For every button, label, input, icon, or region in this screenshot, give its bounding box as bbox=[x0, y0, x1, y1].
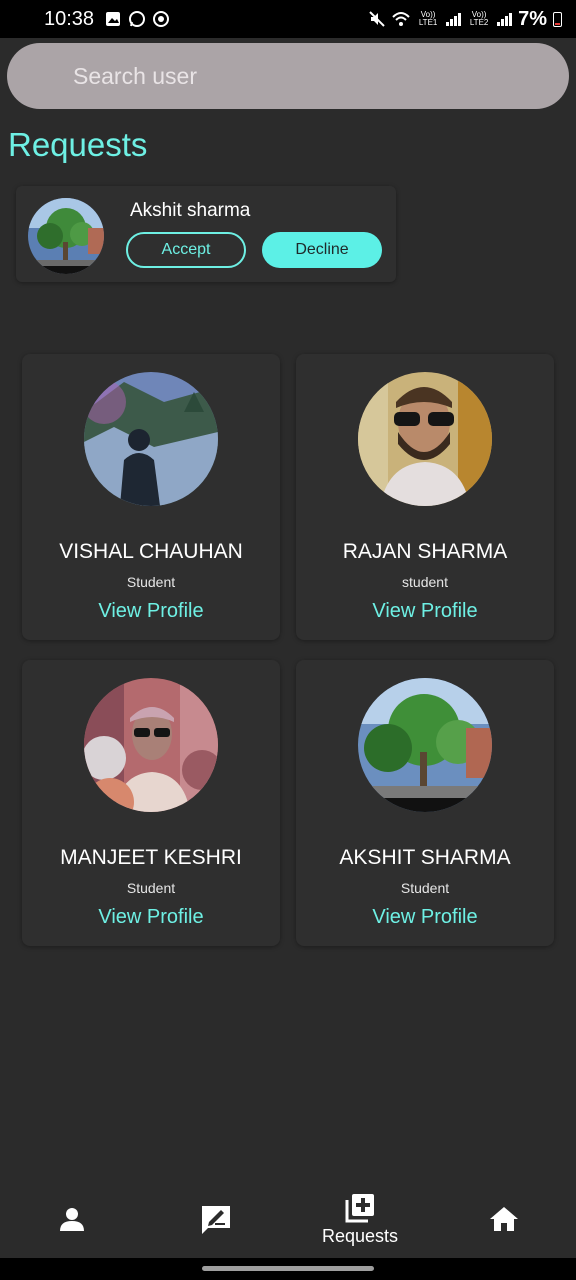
gesture-bar bbox=[0, 1258, 576, 1280]
request-card: Akshit sharma Accept Decline bbox=[16, 186, 396, 282]
requests-title: Requests bbox=[8, 126, 148, 163]
view-profile-link[interactable]: View Profile bbox=[296, 600, 554, 623]
sync-icon bbox=[153, 11, 170, 27]
user-role: student bbox=[402, 574, 448, 590]
nav-requests[interactable]: Requests bbox=[310, 1180, 410, 1258]
avatar[interactable] bbox=[358, 372, 492, 506]
user-role: Student bbox=[126, 880, 176, 896]
nav-profile[interactable] bbox=[40, 1180, 104, 1258]
avatar[interactable] bbox=[358, 678, 492, 812]
request-name: Akshit sharma bbox=[130, 200, 251, 221]
user-card: RAJAN SHARMA student View Profile bbox=[296, 354, 554, 640]
home-icon bbox=[490, 1207, 518, 1231]
user-name: AKSHIT SHARMA bbox=[339, 846, 511, 869]
user-role: Student bbox=[126, 574, 176, 590]
accept-button[interactable]: Accept bbox=[126, 232, 246, 268]
nav-edit[interactable] bbox=[184, 1180, 248, 1258]
person-icon bbox=[60, 1208, 84, 1231]
user-card: VISHAL CHAUHAN Student View Profile bbox=[22, 354, 280, 640]
signal-icon bbox=[497, 12, 513, 26]
add-box-icon bbox=[345, 1193, 374, 1222]
nav-requests-label: Requests bbox=[321, 1225, 399, 1246]
avatar[interactable] bbox=[84, 678, 218, 812]
status-time: 10:38 bbox=[44, 7, 95, 30]
system-status: Vo)) LTE1 Vo)) LTE2 7% bbox=[368, 8, 562, 31]
status-bar: 10:38 Vo)) LTE1 Vo)) LTE2 7% bbox=[0, 0, 576, 38]
whatsapp-icon bbox=[129, 11, 146, 27]
view-profile-link[interactable]: View Profile bbox=[22, 906, 280, 929]
avatar[interactable] bbox=[28, 198, 104, 274]
user-name: RAJAN SHARMA bbox=[342, 540, 508, 563]
view-profile-link[interactable]: View Profile bbox=[22, 600, 280, 623]
bottom-nav: Requests bbox=[0, 1180, 576, 1258]
decline-button[interactable]: Decline bbox=[262, 232, 382, 268]
user-name: MANJEET KESHRI bbox=[60, 846, 242, 869]
user-card: AKSHIT SHARMA Student View Profile bbox=[296, 660, 554, 946]
gallery-icon bbox=[106, 12, 121, 26]
edit-icon bbox=[202, 1206, 230, 1234]
nav-home[interactable] bbox=[472, 1180, 536, 1258]
notification-icons bbox=[104, 10, 170, 28]
user-name: VISHAL CHAUHAN bbox=[59, 540, 243, 563]
sim1-label: Vo)) LTE1 bbox=[418, 10, 438, 27]
user-role: Student bbox=[400, 880, 450, 896]
user-card: MANJEET KESHRI Student View Profile bbox=[22, 660, 280, 946]
signal-icon bbox=[446, 12, 462, 26]
avatar[interactable] bbox=[84, 372, 218, 506]
sim2-label: Vo)) LTE2 bbox=[469, 10, 489, 27]
view-profile-link[interactable]: View Profile bbox=[296, 906, 554, 929]
search-input[interactable]: Search user bbox=[7, 43, 569, 109]
battery-percent: 7% bbox=[518, 7, 547, 30]
battery-icon bbox=[553, 11, 562, 27]
home-gesture-handle[interactable] bbox=[202, 1266, 374, 1271]
wifi-icon bbox=[392, 12, 410, 26]
mute-icon bbox=[369, 11, 385, 27]
